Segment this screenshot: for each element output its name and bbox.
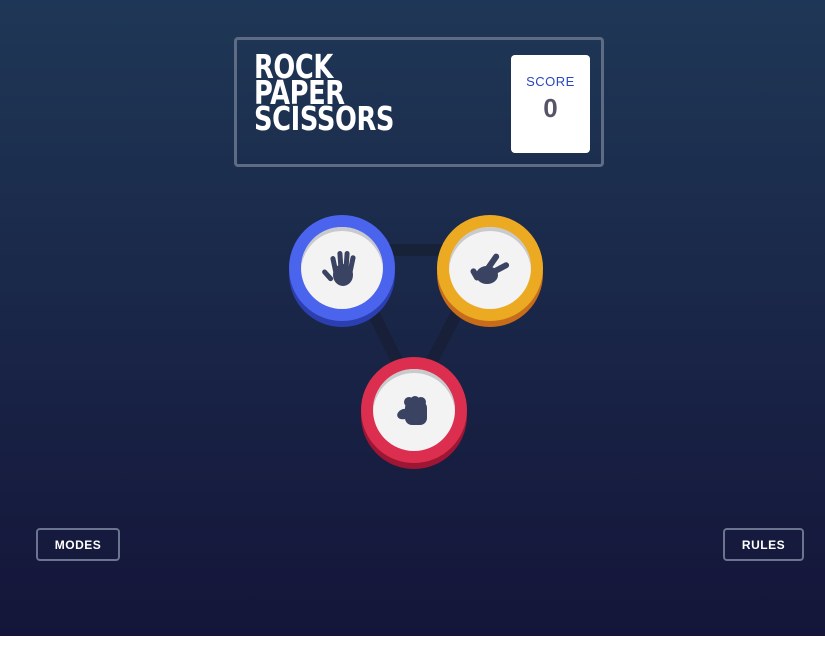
modes-button[interactable]: MODES	[36, 528, 120, 561]
scissors-button-face	[449, 227, 531, 309]
rock-button-face	[373, 369, 455, 451]
paper-hand-icon	[322, 250, 356, 286]
paper-button[interactable]	[289, 215, 395, 321]
rock-fist-icon	[397, 396, 427, 425]
scissors-hand-icon	[470, 253, 510, 284]
triangle-background	[336, 244, 496, 401]
scissors-button[interactable]	[437, 215, 543, 321]
paper-button-face	[301, 227, 383, 309]
rules-button[interactable]: RULES	[723, 528, 804, 561]
game-stage: ROCK PAPER SCISSORS SCORE 0 MODES RULES	[0, 0, 825, 636]
rock-button[interactable]	[361, 357, 467, 463]
